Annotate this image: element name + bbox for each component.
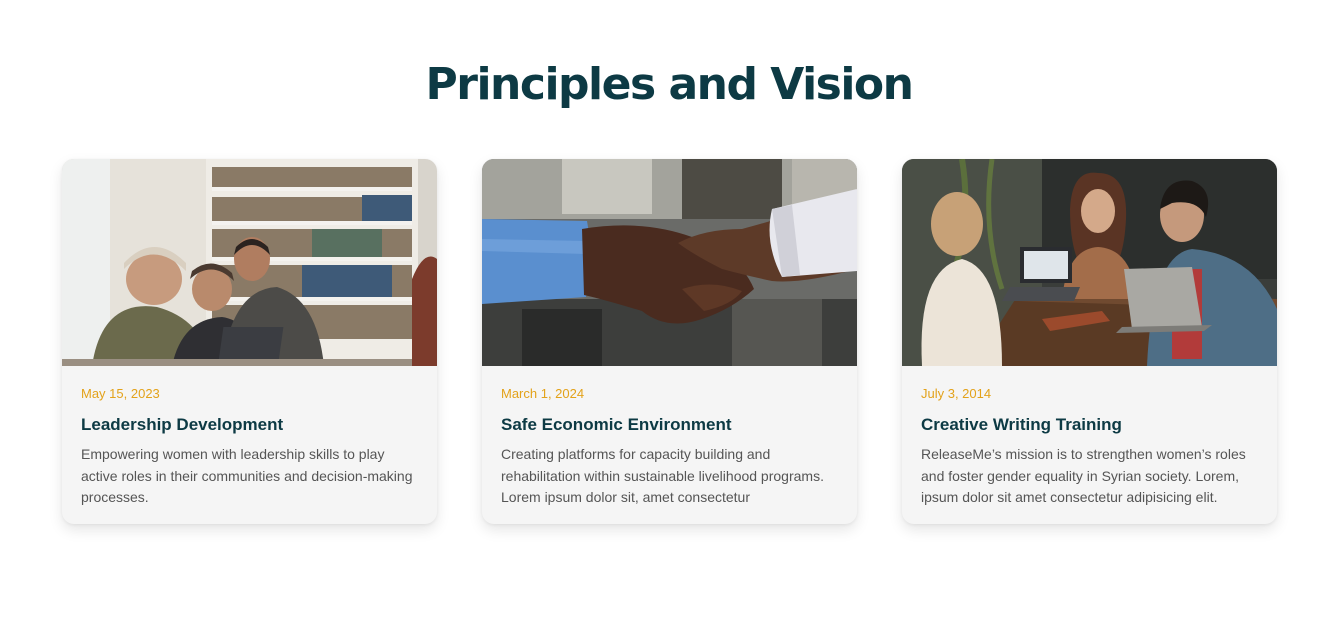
card-date: March 1, 2024 [501, 386, 585, 401]
card-description: Empowering women with leadership skills … [81, 446, 413, 505]
card-leadership-development[interactable]: May 15, 2023 Leadership Development Empo… [62, 159, 437, 524]
card-image-handshake [482, 159, 857, 366]
card-safe-economic-environment[interactable]: March 1, 2024 Safe Economic Environment … [482, 159, 857, 524]
card-image-team-collaboration [62, 159, 437, 366]
card-date: May 15, 2023 [81, 386, 160, 401]
card-date: July 3, 2014 [921, 386, 992, 401]
card-title[interactable]: Safe Economic Environment [501, 414, 838, 436]
card-description: ReleaseMe’s mission is to strengthen wom… [921, 446, 1246, 505]
principles-section: Principles and Vision May 15, 2023 Leade… [0, 0, 1328, 617]
card-description: Creating platforms for capacity building… [501, 446, 824, 505]
card-image-women-laptop-meeting [902, 159, 1277, 366]
card-title[interactable]: Leadership Development [81, 414, 418, 436]
card-creative-writing-training[interactable]: July 3, 2014 Creative Writing Training R… [902, 159, 1277, 524]
card-title[interactable]: Creative Writing Training [921, 414, 1258, 436]
section-title: Principles and Vision [425, 59, 914, 110]
